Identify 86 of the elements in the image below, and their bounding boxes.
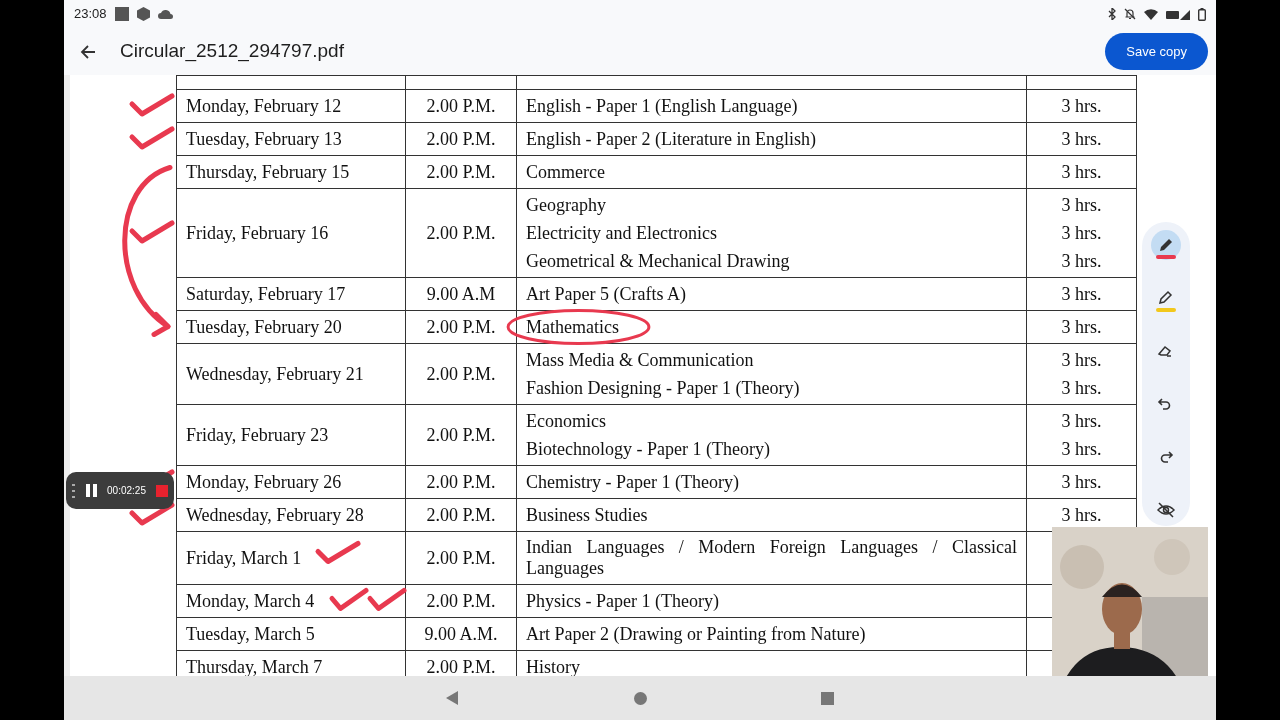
recents-icon[interactable] xyxy=(821,691,834,705)
clock-time: 23:08 xyxy=(74,5,107,24)
subject-text: Indian Languages / Modern Foreign Languages / Classical Languages xyxy=(526,536,1017,580)
duration-text: 3 hrs. xyxy=(1060,161,1103,184)
subject-text: History xyxy=(526,656,581,676)
square-icon xyxy=(114,7,129,21)
time-cell: 2.00 P.M. xyxy=(405,89,517,123)
subject-text: Art Paper 5 (Crafts A) xyxy=(526,283,687,306)
duration-text: 3 hrs. xyxy=(1060,438,1103,461)
time-cell: 2.00 P.M. xyxy=(405,188,517,278)
check-mark xyxy=(129,502,175,526)
duration-text: 3 hrs. xyxy=(1060,194,1103,217)
check-mark xyxy=(129,220,175,244)
duration-text: 3 hrs. xyxy=(1060,471,1103,494)
check-mark xyxy=(367,588,407,611)
date-cell: Friday, February 16 xyxy=(176,188,406,278)
duration-text: 3 hrs. xyxy=(1060,410,1103,433)
date-cell: Monday, February 26 xyxy=(176,465,406,499)
battery-icon xyxy=(1198,7,1206,21)
check-mark xyxy=(129,93,175,117)
subject-text: Business Studies xyxy=(526,504,649,527)
subject-text: Chemistry - Paper 1 (Theory) xyxy=(526,471,740,494)
date-cell: Friday, February 23 xyxy=(176,404,406,466)
duration-text: 3 hrs. xyxy=(1060,377,1103,400)
date-cell: Saturday, February 17 xyxy=(176,277,406,311)
recording-timer: 00:02:25 xyxy=(107,484,146,498)
subject-text: Mathematics xyxy=(526,317,619,337)
check-mark xyxy=(129,126,175,150)
subject-text: English - Paper 2 (Literature in English) xyxy=(526,128,817,151)
subject-text: Fashion Designing - Paper 1 (Theory) xyxy=(526,377,801,400)
subject-text: Art Paper 2 (Drawing or Painting from Nature) xyxy=(526,623,867,646)
hexagon-icon xyxy=(136,7,150,21)
time-cell: 2.00 P.M. xyxy=(405,155,517,189)
time-cell: 2.00 P.M. xyxy=(405,498,517,532)
subject-text: Mass Media & Communication xyxy=(526,349,755,372)
duration-text: 3 hrs. xyxy=(1060,504,1103,527)
subject-text: Geometrical & Mechanical Drawing xyxy=(526,250,791,273)
duration-text: 3 hrs. xyxy=(1060,349,1103,372)
hide-icon xyxy=(1156,500,1176,520)
subject-text: Commerce xyxy=(526,161,606,184)
date-cell: Wednesday, February 21 xyxy=(176,343,406,405)
duration-text: 3 hrs. xyxy=(1060,283,1103,306)
save-copy-button[interactable]: Save copy xyxy=(1105,32,1208,71)
time-cell: 9.00 A.M. xyxy=(405,617,517,651)
cloud-icon xyxy=(157,9,174,19)
muted-bell-icon xyxy=(1124,8,1136,20)
duration-text: 3 hrs. xyxy=(1060,250,1103,273)
date-cell: Friday, March 1 xyxy=(176,531,406,585)
subject-text: Economics xyxy=(526,410,607,433)
time-cell: 2.00 P.M. xyxy=(405,343,517,405)
home-icon[interactable] xyxy=(634,691,647,705)
duration-text: 3 hrs. xyxy=(1060,222,1103,245)
date-cell: Wednesday, February 28 xyxy=(176,498,406,532)
duration-text: 3 hrs. xyxy=(1060,316,1103,339)
bluetooth-icon xyxy=(1108,8,1116,20)
duration-text: 3 hrs. xyxy=(1060,128,1103,151)
time-cell: 2.00 P.M. xyxy=(405,531,517,585)
duration-text: 3 hrs. xyxy=(1060,95,1103,118)
date-cell: Monday, February 12 xyxy=(176,89,406,123)
stop-icon[interactable] xyxy=(156,484,168,497)
subject-text: Geography xyxy=(526,194,607,217)
document-title: Circular_2512_294797.pdf xyxy=(120,39,344,64)
subject-text: Electricity and Electronics xyxy=(526,222,718,245)
pen-tool-button[interactable] xyxy=(1151,230,1181,260)
time-cell: 2.00 P.M. xyxy=(405,465,517,499)
check-mark xyxy=(315,541,361,564)
back-icon[interactable] xyxy=(446,691,458,705)
time-cell: 2.00 P.M. xyxy=(405,404,517,466)
subject-text: Biotechnology - Paper 1 (Theory) xyxy=(526,438,771,461)
date-cell: Thursday, February 15 xyxy=(176,155,406,189)
signal-icon xyxy=(1166,8,1190,20)
date-cell: Tuesday, March 5 xyxy=(176,617,406,651)
time-cell: 2.00 P.M. xyxy=(405,584,517,618)
date-cell: Tuesday, February 20 xyxy=(176,310,406,344)
date-cell: Monday, March 4 xyxy=(176,584,406,618)
time-cell: 2.00 P.M. xyxy=(405,122,517,156)
time-cell: 9.00 A.M xyxy=(405,277,517,311)
date-cell: Tuesday, February 13 xyxy=(176,122,406,156)
subject-text: English - Paper 1 (English Language) xyxy=(526,95,799,118)
back-arrow-icon[interactable] xyxy=(80,43,96,60)
subject-text: Physics - Paper 1 (Theory) xyxy=(526,590,720,613)
time-cell: 2.00 P.M. xyxy=(405,310,517,344)
wifi-icon xyxy=(1144,8,1158,20)
check-mark xyxy=(329,588,369,611)
pause-icon[interactable] xyxy=(86,484,97,497)
drag-handle-icon[interactable] xyxy=(72,483,76,498)
